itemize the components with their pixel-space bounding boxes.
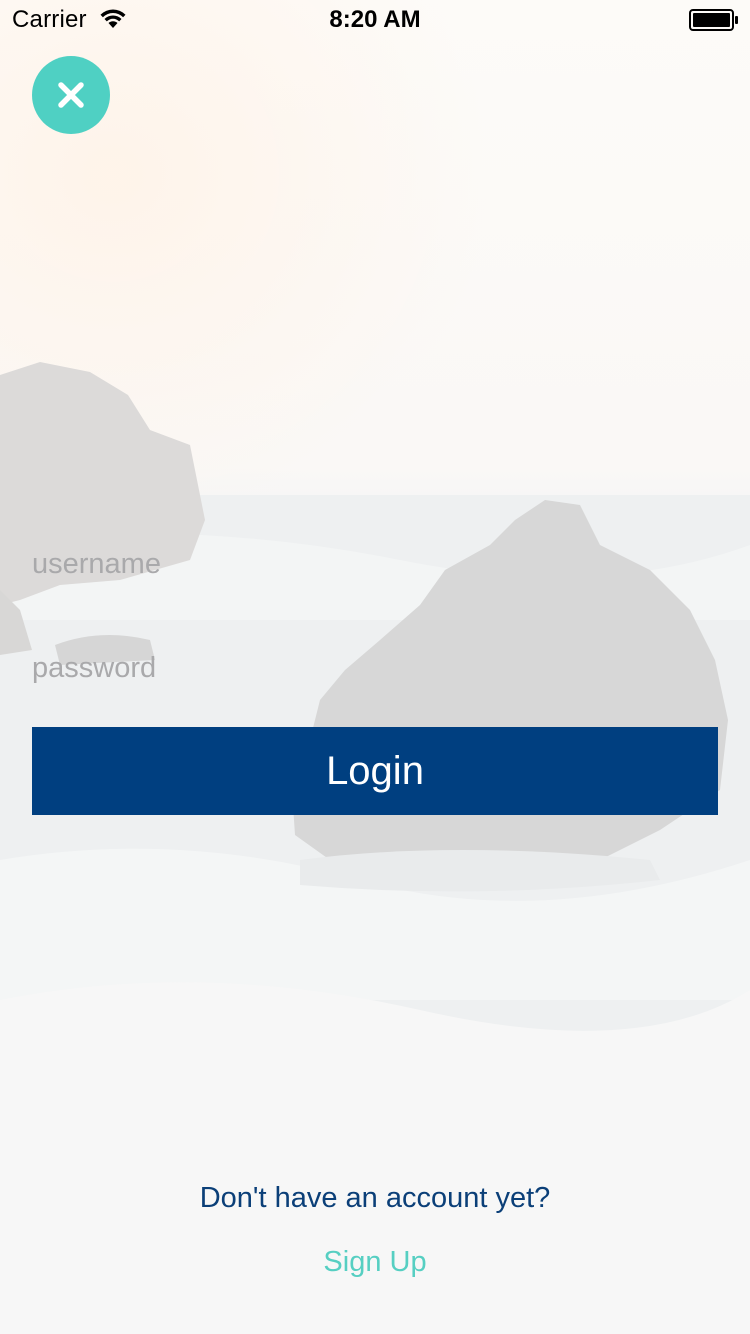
sign-up-link[interactable]: Sign Up [0,1246,750,1279]
no-account-prompt: Don't have an account yet? [199,1182,551,1214]
close-button[interactable] [32,56,110,134]
close-icon [58,82,84,108]
username-field-container [32,534,718,594]
status-time: 8:20 AM [329,6,421,33]
status-bar: Carrier 8:20 AM [0,0,750,40]
username-input[interactable] [32,534,718,594]
password-field-container [32,638,718,698]
password-input[interactable] [32,638,718,698]
login-button[interactable]: Login [32,727,718,815]
battery-icon [689,9,739,31]
